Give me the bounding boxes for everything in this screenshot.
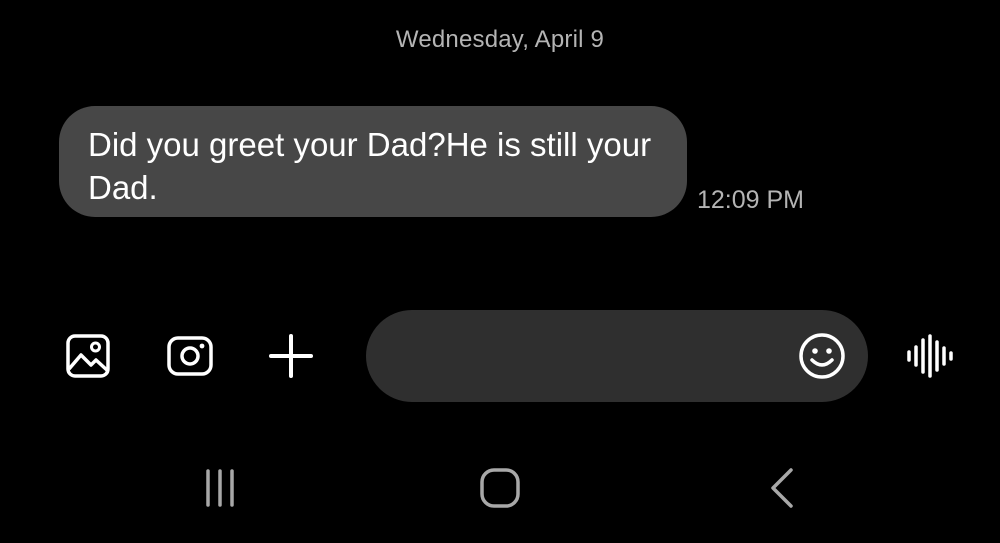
recent-apps-button[interactable]: [190, 463, 250, 513]
smiley-icon: [799, 333, 845, 379]
voice-waveform-icon: [907, 334, 953, 378]
camera-button[interactable]: [164, 330, 216, 382]
emoji-button[interactable]: [798, 332, 846, 380]
message-timestamp: 12:09 PM: [697, 186, 805, 214]
back-button[interactable]: [752, 463, 812, 513]
gallery-icon: [66, 334, 110, 378]
attach-button[interactable]: [265, 330, 317, 382]
date-header: Wednesday, April 9: [395, 26, 605, 53]
message-input[interactable]: [400, 310, 780, 402]
plus-icon: [269, 334, 313, 378]
gallery-button[interactable]: [62, 330, 114, 382]
recent-apps-icon: [206, 469, 234, 507]
message-input-container: [366, 310, 868, 402]
back-icon: [771, 468, 793, 508]
camera-icon: [167, 336, 213, 376]
voice-record-button[interactable]: [904, 330, 956, 382]
incoming-message-bubble[interactable]: Did you greet your Dad?He is still your …: [59, 106, 687, 217]
home-button[interactable]: [470, 463, 530, 513]
home-icon: [480, 468, 520, 508]
